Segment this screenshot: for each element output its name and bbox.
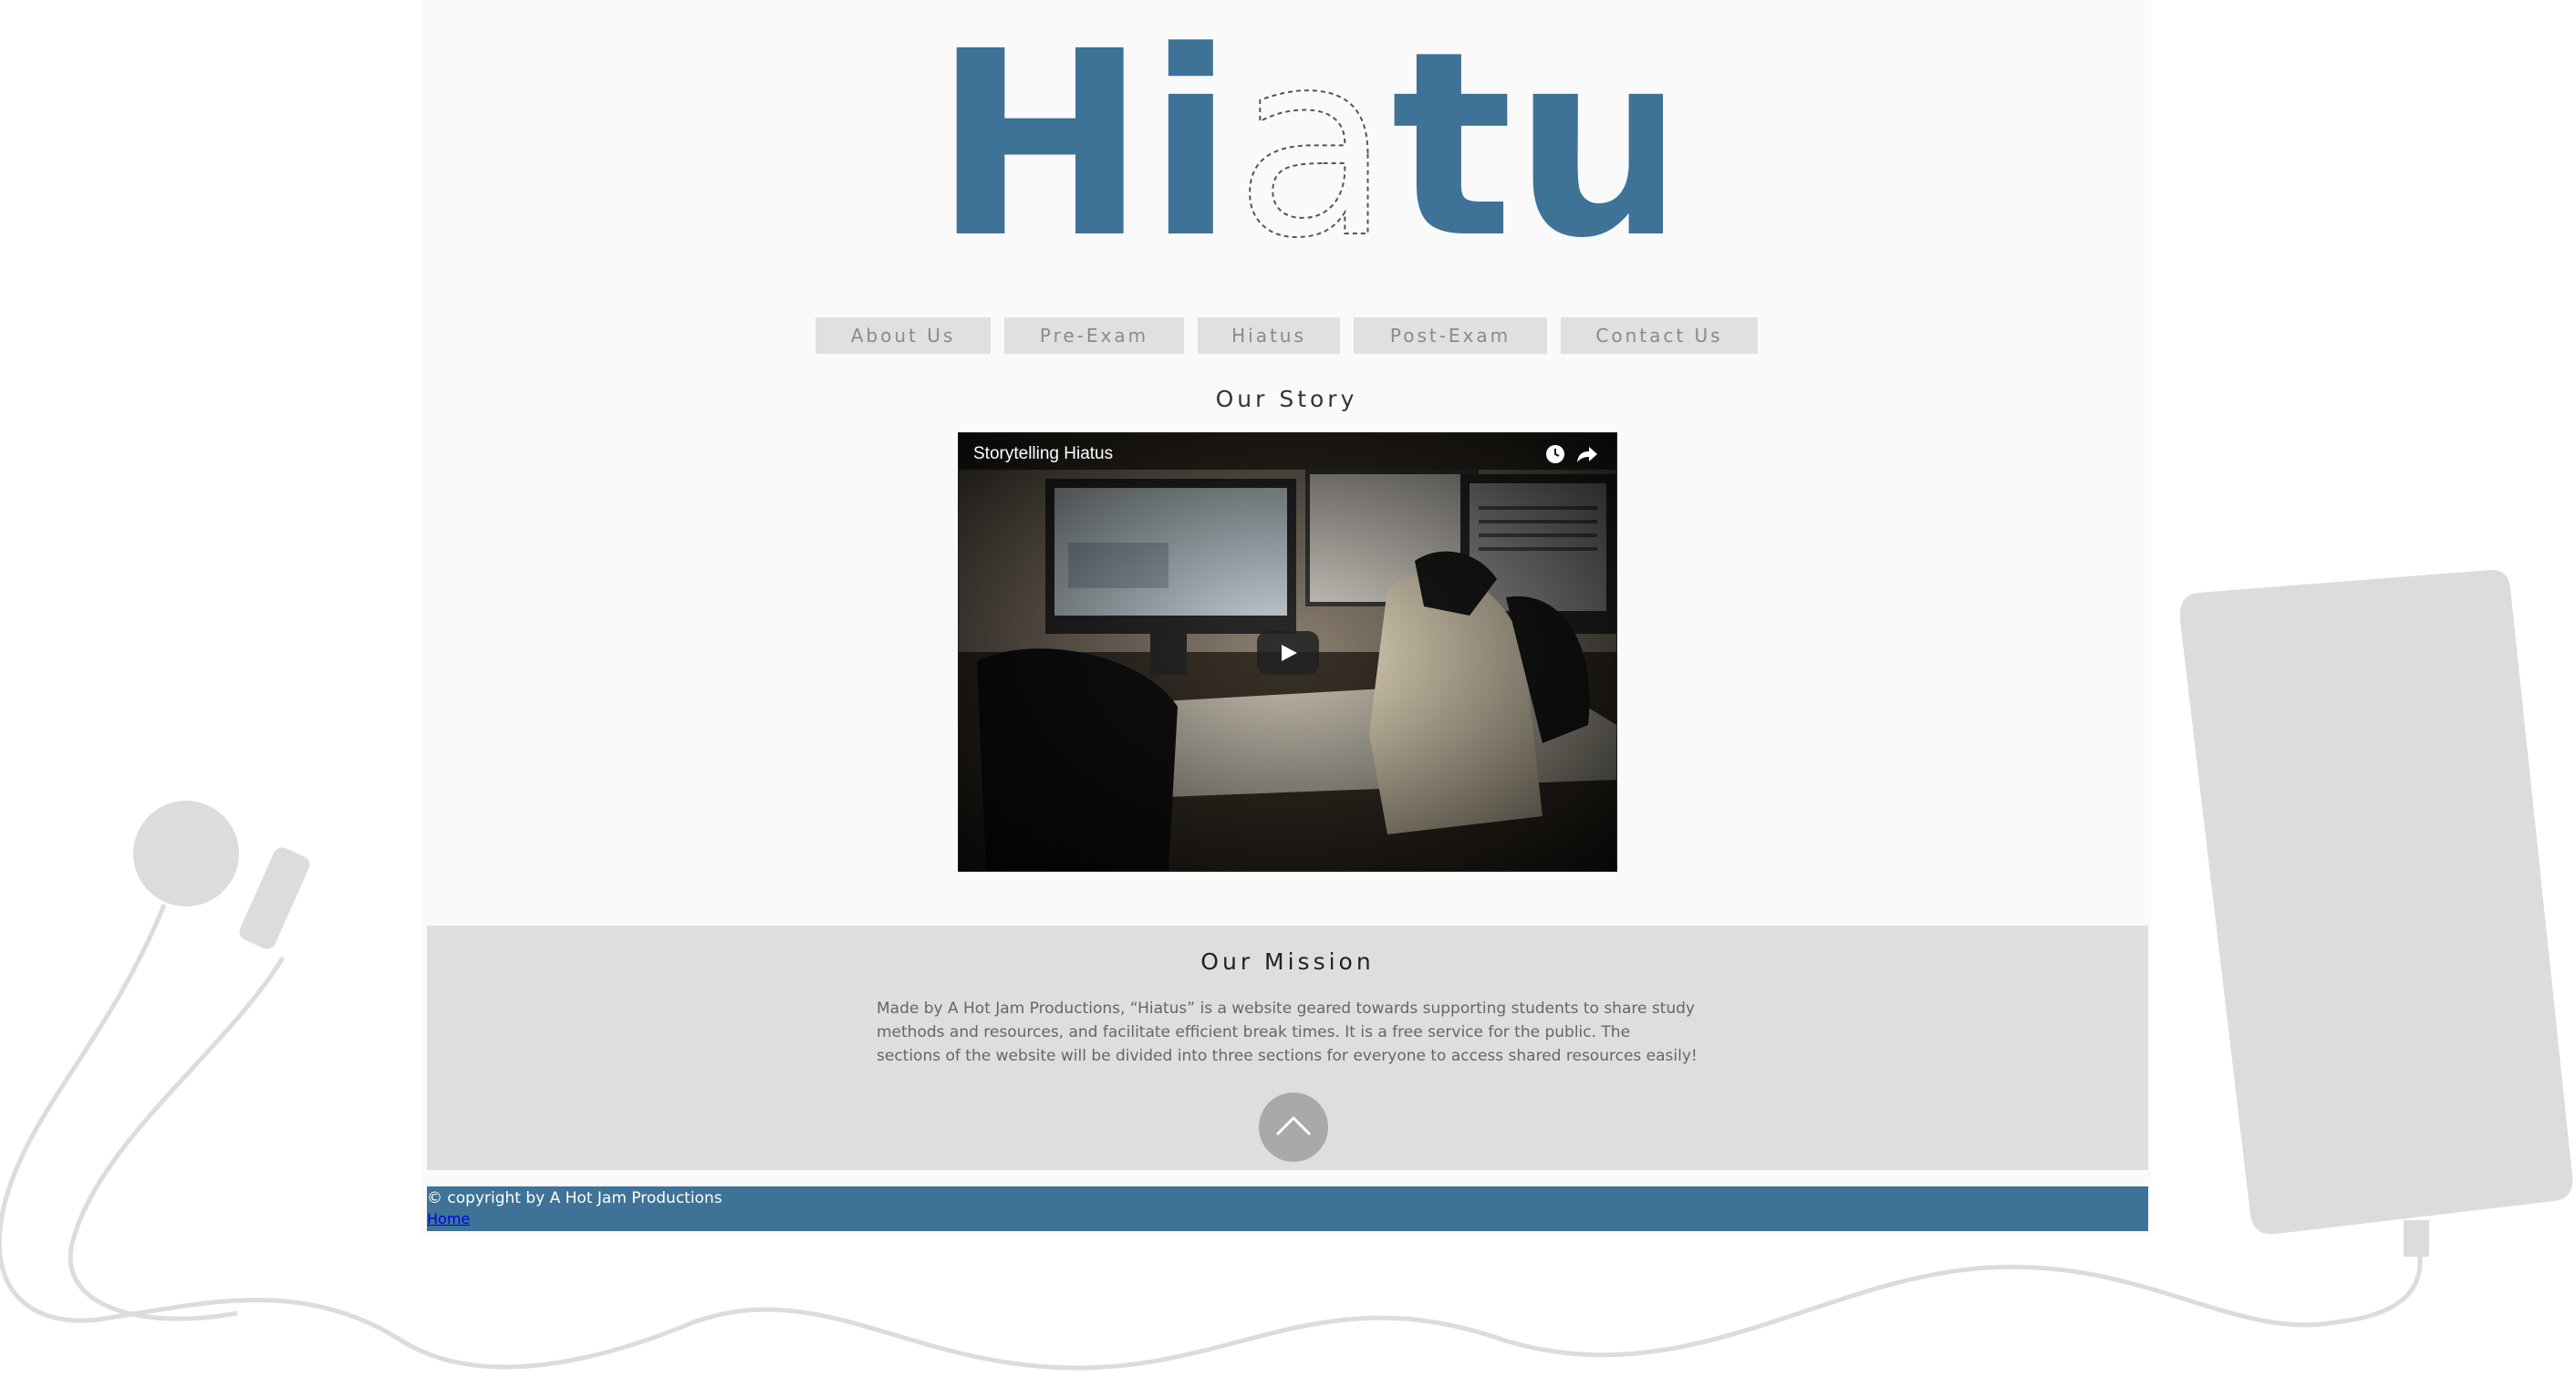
nav-item-pre-exam[interactable]: Pre-Exam bbox=[1004, 317, 1184, 354]
page-container: Hiatus About Us Pre-Exam Hiatus Post-Exa… bbox=[422, 0, 2151, 1236]
svg-text:Hiatus: Hiatus bbox=[933, 27, 1663, 264]
logo-text-tus: tus bbox=[1391, 27, 1663, 264]
video-title[interactable]: Storytelling Hiatus bbox=[973, 444, 1113, 464]
nav-item-about-us[interactable]: About Us bbox=[815, 317, 991, 354]
nav-item-hiatus[interactable]: Hiatus bbox=[1198, 317, 1340, 354]
scroll-to-top-button[interactable] bbox=[1259, 1093, 1328, 1162]
footer-home-link[interactable]: Home bbox=[427, 1210, 470, 1227]
nav-item-post-exam[interactable]: Post-Exam bbox=[1354, 317, 1547, 354]
our-mission-heading: Our Mission bbox=[1200, 948, 1375, 975]
watch-later-icon[interactable] bbox=[1545, 444, 1565, 464]
logo-text-outline-a: a bbox=[1234, 27, 1391, 264]
main-nav: About Us Pre-Exam Hiatus Post-Exam Conta… bbox=[422, 317, 2151, 354]
copyright-text: © copyright by A Hot Jam Productions bbox=[427, 1189, 722, 1207]
mission-section: Our Mission Made by A Hot Jam Production… bbox=[427, 926, 2148, 1170]
share-icon[interactable] bbox=[1576, 444, 1598, 464]
mission-description: Made by A Hot Jam Productions, “Hiatus” … bbox=[877, 999, 1698, 1065]
our-story-heading: Our Story bbox=[1215, 386, 1358, 412]
logo-text-hi: Hi bbox=[933, 27, 1234, 264]
play-button[interactable] bbox=[1257, 631, 1319, 675]
footer: © copyright by A Hot Jam Productions Hom… bbox=[427, 1186, 2148, 1231]
chevron-up-icon bbox=[1275, 1115, 1312, 1136]
nav-item-contact-us[interactable]: Contact Us bbox=[1561, 317, 1758, 354]
video-player[interactable]: Storytelling Hiatus bbox=[958, 432, 1617, 872]
site-logo[interactable]: Hiatus bbox=[933, 27, 1663, 264]
